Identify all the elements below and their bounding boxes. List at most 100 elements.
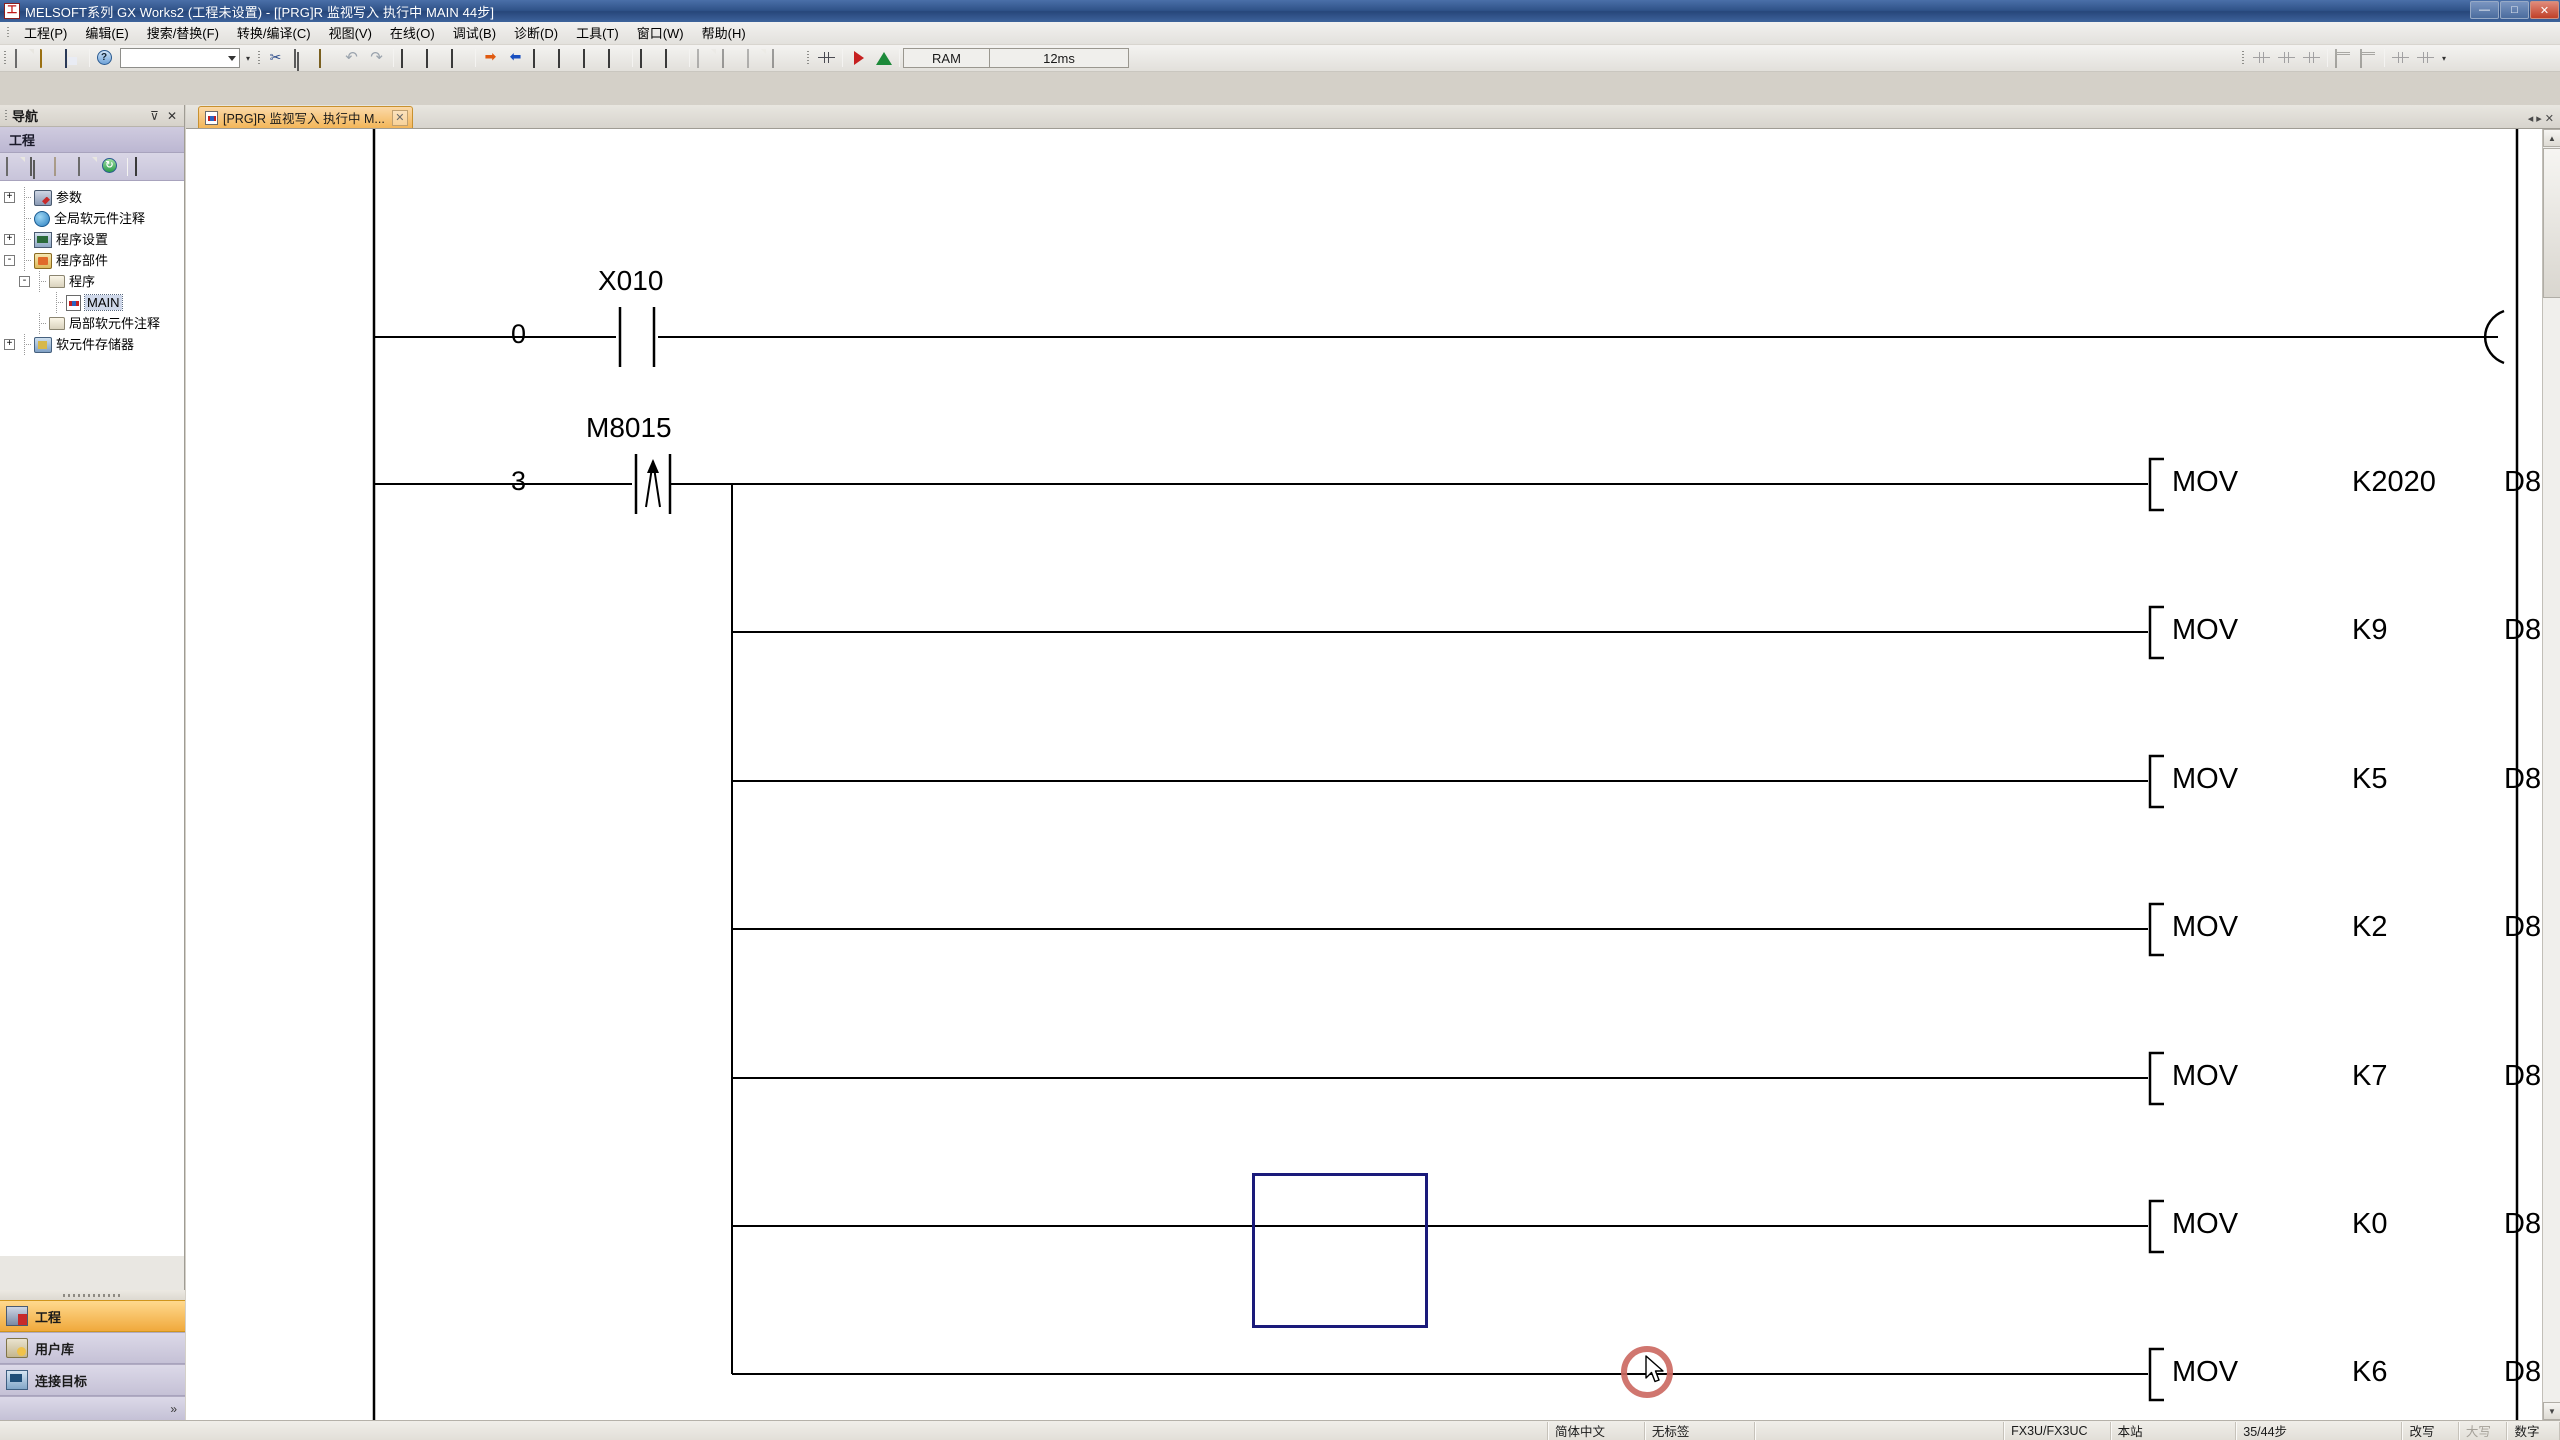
tab-scroll-left-icon[interactable]: ◂ (2528, 112, 2534, 125)
tree-item-parameters[interactable]: + 参数 (0, 187, 184, 208)
view-options-icon[interactable] (133, 156, 155, 178)
device-memory-icon (34, 336, 52, 353)
toolbar-combo[interactable] (120, 48, 240, 68)
tree-expander-icon[interactable]: - (19, 276, 30, 287)
tree-expander-icon[interactable]: + (4, 192, 15, 203)
tree-item-program-folder[interactable]: - 程序 (0, 271, 184, 292)
toolbar-drag-handle-4[interactable] (2240, 48, 2247, 68)
document-tab-main[interactable]: [PRG]R 监视写入 执行中 M... ✕ (198, 106, 413, 128)
copy-icon[interactable] (291, 47, 314, 69)
chevron-down-icon[interactable] (228, 55, 236, 61)
redo-icon[interactable]: ↷ (366, 47, 389, 69)
tree-item-label: 局部软元件注释 (69, 316, 161, 331)
ladder-editor-canvas[interactable]: 0 X010 M8015 3 M8015 MOV K2020 D8018 201… (186, 129, 2560, 1420)
monitor-start-icon[interactable] (605, 47, 628, 69)
menu-item-window[interactable]: 窗口(W) (628, 23, 693, 44)
menu-item-help[interactable]: 帮助(H) (693, 23, 755, 44)
device-display-icon[interactable] (398, 47, 421, 69)
toolbar-drag-handle-2[interactable] (256, 48, 263, 68)
nav-tab-connection-destination[interactable]: 连接目标 (0, 1364, 185, 1396)
tree-item-pou[interactable]: - 程序部件 (0, 250, 184, 271)
navigation-drag-handle[interactable] (3, 109, 10, 123)
monitor-display-icon[interactable] (448, 47, 471, 69)
page-setup-icon[interactable] (744, 47, 767, 69)
tree-expander-icon[interactable]: + (4, 234, 15, 245)
menu-item-diagnostics[interactable]: 诊断(D) (505, 23, 567, 44)
run-icon[interactable] (847, 47, 870, 69)
program-check-icon[interactable] (769, 47, 792, 69)
menu-item-view[interactable]: 视图(V) (320, 23, 381, 44)
tab-scroll-right-icon[interactable]: ▸ (2536, 112, 2542, 125)
ladder-program-icon (205, 110, 218, 125)
scrollbar-thumb[interactable] (2543, 148, 2560, 298)
refresh-icon[interactable]: ↻ (100, 156, 122, 178)
menu-item-edit[interactable]: 编辑(E) (76, 23, 137, 44)
monitor-stop-icon[interactable] (580, 47, 603, 69)
ladder-symbol-contact-icon[interactable] (2250, 47, 2273, 69)
close-icon[interactable]: ✕ (391, 109, 408, 126)
menu-drag-handle[interactable] (4, 25, 13, 41)
toolbar-drag-handle-3[interactable] (805, 48, 812, 68)
device-test-icon[interactable] (637, 47, 660, 69)
logging-icon[interactable] (2414, 47, 2437, 69)
toolbar-overflow-2[interactable]: ▾ (2438, 47, 2450, 69)
tree-item-global-device-comment[interactable]: 全局软元件注释 (0, 208, 184, 229)
ladder-symbol-coil-icon[interactable] (2275, 47, 2298, 69)
menu-item-search-replace[interactable]: 搜索/替换(F) (138, 23, 228, 44)
tree-item-program-setting[interactable]: + 程序设置 (0, 229, 184, 250)
scroll-down-icon[interactable]: ▼ (2543, 1402, 2560, 1420)
menu-item-convert-compile[interactable]: 转换/编译(C) (228, 23, 320, 44)
tab-close-icon[interactable]: ✕ (2545, 112, 2554, 125)
new-data-icon[interactable] (4, 156, 26, 178)
toolbar-overflow-1[interactable]: ▾ (242, 47, 254, 69)
open-project-icon[interactable] (37, 47, 60, 69)
data-properties-icon[interactable] (76, 156, 98, 178)
nav-tab-user-library[interactable]: 用户库 (0, 1332, 185, 1364)
copy-data-icon[interactable] (28, 156, 50, 178)
menu-item-debug[interactable]: 调试(B) (444, 23, 505, 44)
ladder-edit-icon[interactable] (815, 47, 838, 69)
save-project-icon[interactable] (62, 47, 85, 69)
tree-expander-icon[interactable]: + (4, 339, 15, 350)
sampling-trace-icon[interactable] (2389, 47, 2412, 69)
read-from-plc-icon[interactable]: ⬅ (505, 47, 528, 69)
verify-with-plc-icon[interactable] (530, 47, 553, 69)
navigation-more-button[interactable]: » (0, 1396, 185, 1420)
comment-display-icon[interactable] (423, 47, 446, 69)
compile-icon[interactable] (872, 47, 895, 69)
find-device-icon[interactable] (2332, 47, 2355, 69)
undo-icon[interactable]: ↶ (341, 47, 364, 69)
menu-item-project[interactable]: 工程(P) (15, 23, 76, 44)
close-icon[interactable]: ✕ (167, 110, 177, 122)
toolbar-drag-handle-1[interactable] (2, 48, 9, 68)
new-project-icon[interactable] (12, 47, 35, 69)
cut-icon[interactable]: ✂ (266, 47, 289, 69)
tree-item-label: 程序设置 (56, 232, 109, 247)
jump-icon[interactable] (2357, 47, 2380, 69)
navigation-splitter[interactable] (0, 1290, 185, 1300)
nav-tab-project[interactable]: 工程 (0, 1300, 185, 1332)
print-preview-icon[interactable] (719, 47, 742, 69)
menu-item-online[interactable]: 在线(O) (381, 23, 444, 44)
minimize-button[interactable]: — (2470, 1, 2499, 19)
tree-item-local-device-comment[interactable]: 局部软元件注释 (0, 313, 184, 334)
ladder-edit-cursor[interactable] (1252, 1173, 1428, 1328)
help-icon[interactable]: ? (94, 47, 117, 69)
device-batch-icon[interactable] (662, 47, 685, 69)
tree-item-main[interactable]: MAIN (0, 292, 184, 313)
close-button[interactable]: ✕ (2530, 1, 2559, 19)
tree-expander-icon[interactable]: - (4, 255, 15, 266)
tree-connector (17, 229, 32, 250)
paste-icon[interactable] (316, 47, 339, 69)
write-to-plc-icon[interactable]: ➡ (480, 47, 503, 69)
pin-icon[interactable]: ⊽ (150, 110, 159, 122)
paste-data-icon[interactable] (52, 156, 74, 178)
maximize-button[interactable]: □ (2500, 1, 2529, 19)
canvas-vertical-scrollbar[interactable]: ▲ ▼ (2542, 129, 2560, 1420)
tree-item-device-memory[interactable]: + 软元件存储器 (0, 334, 184, 355)
remote-operation-icon[interactable] (555, 47, 578, 69)
print-icon[interactable] (694, 47, 717, 69)
menu-item-tools[interactable]: 工具(T) (567, 23, 628, 44)
ladder-symbol-pulse-icon[interactable] (2300, 47, 2323, 69)
scroll-up-icon[interactable]: ▲ (2543, 129, 2560, 147)
